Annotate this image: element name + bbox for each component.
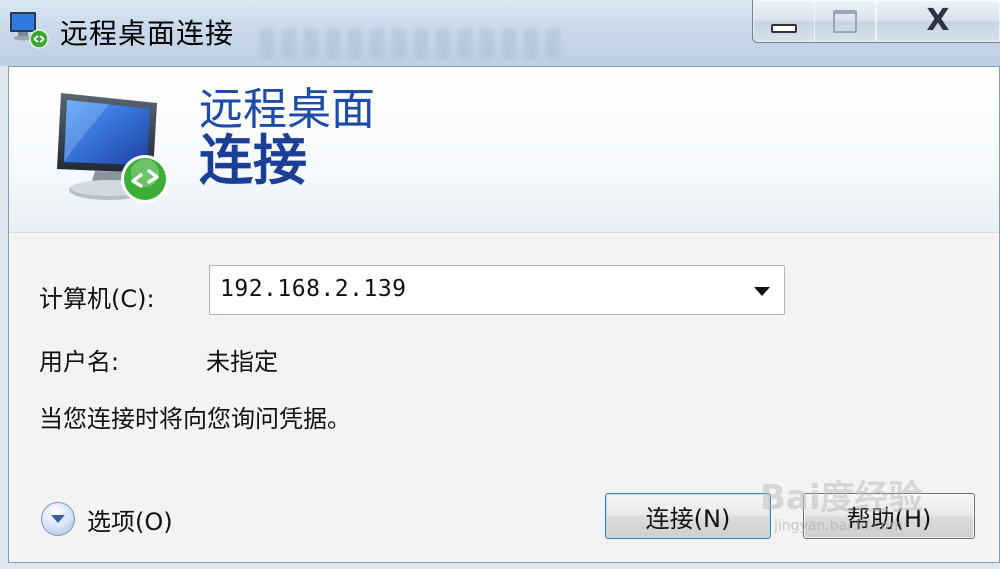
window-title: 远程桌面连接: [60, 17, 235, 50]
maximize-button[interactable]: [814, 0, 877, 43]
rdp-window: 远程桌面连接 X 远程桌面 连接 计算机(C): 192.168.2.139 用…: [0, 0, 1000, 569]
remote-desktop-icon: [10, 12, 49, 49]
help-button[interactable]: 帮助(H): [803, 493, 975, 539]
chevron-down-circle-icon[interactable]: [41, 502, 75, 536]
connect-button[interactable]: 连接(N): [605, 493, 771, 539]
maximize-icon: [833, 9, 857, 33]
username-label: 用户名:: [39, 348, 120, 376]
banner-title-line2: 连接: [199, 129, 307, 193]
username-value: 未指定: [206, 348, 278, 376]
computer-combobox[interactable]: 192.168.2.139: [209, 265, 785, 315]
computer-label: 计算机(C):: [39, 285, 155, 313]
header-banner: 远程桌面 连接: [9, 67, 999, 233]
minimize-icon: [771, 23, 797, 33]
credentials-hint: 当您连接时将向您询问凭据。: [39, 405, 351, 433]
options-toggle[interactable]: 选项(O): [41, 499, 173, 539]
banner-title-line1: 远程桌面: [199, 84, 375, 135]
dropdown-arrow-icon[interactable]: [754, 287, 770, 296]
close-button[interactable]: X: [876, 0, 1000, 43]
title-bar[interactable]: 远程桌面连接 X: [0, 0, 1000, 66]
minimize-button[interactable]: [752, 0, 816, 43]
monitor-connection-icon: [57, 93, 169, 203]
computer-value[interactable]: 192.168.2.139: [220, 276, 407, 302]
background-blur: [260, 28, 560, 58]
banner-title: 远程桌面 连接: [199, 84, 375, 193]
dialog-client-area: 远程桌面 连接 计算机(C): 192.168.2.139 用户名: 未指定 当…: [8, 66, 1000, 563]
close-icon: X: [926, 3, 950, 38]
options-label[interactable]: 选项(O): [87, 502, 173, 537]
